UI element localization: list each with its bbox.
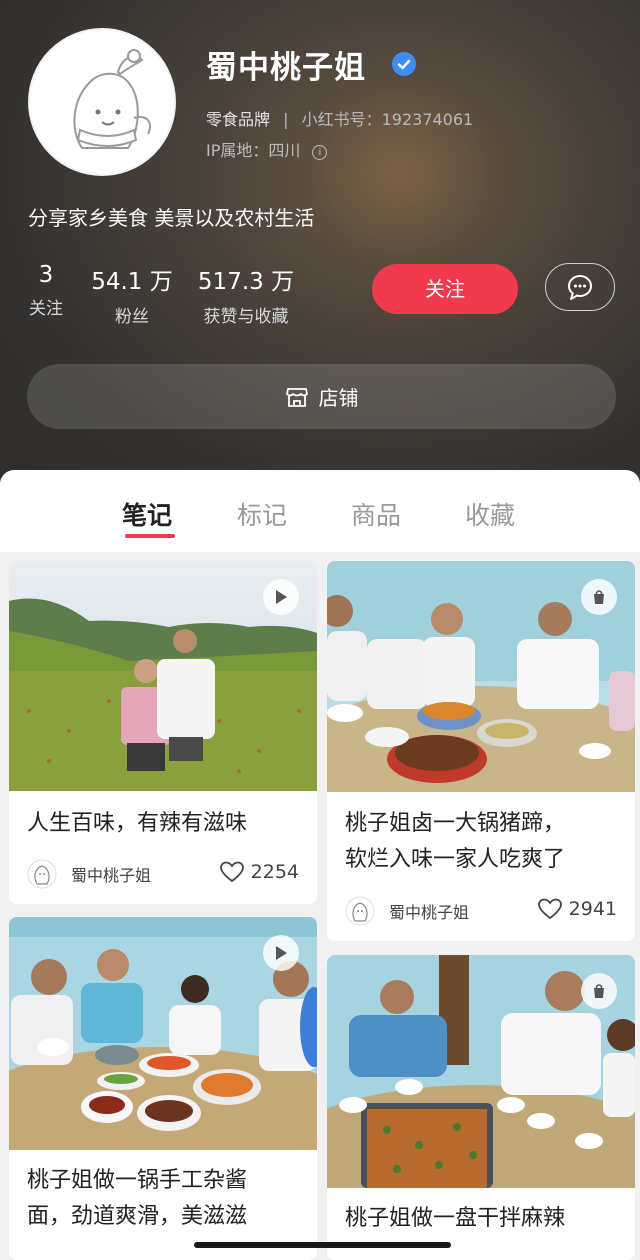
note-card[interactable]: 桃子姐做一锅手工杂酱 面，劲道爽滑，美滋滋 [9,917,317,1260]
like-button[interactable]: 2941 [537,897,617,921]
stat-value: 517.3 万 [197,269,295,295]
tab-collections[interactable]: 收藏 [465,496,515,532]
stat-following[interactable]: 3 关注 [26,262,66,319]
store-button[interactable]: 店铺 [27,364,616,429]
note-title-line: 软烂入味一家人吃爽了 [345,847,566,872]
author-avatar [345,896,375,926]
like-count: 2941 [568,898,617,920]
note-title-line: 桃子姐做一锅手工杂酱 [27,1168,248,1193]
profile-name: 蜀中桃子姐 [206,50,366,86]
note-title: 桃子姐卤一大锅猪蹄， 软烂入味一家人吃爽了 [345,806,565,878]
heart-icon [219,861,244,883]
content-tabs: 笔记 标记 商品 收藏 [0,470,640,552]
note-card[interactable]: 桃子姐做一盘干拌麻辣 [327,955,635,1260]
shopping-bag-icon [581,973,617,1009]
play-icon [263,579,299,615]
author-avatar [27,859,57,889]
like-count: 2254 [250,861,299,883]
stat-label: 获赞与收藏 [203,307,289,327]
tab-marks[interactable]: 标记 [237,496,287,532]
follow-button[interactable]: 关注 [372,264,518,314]
active-tab-indicator [125,534,175,538]
note-title-line: 面，劲道爽滑，美滋滋 [27,1204,248,1229]
stat-likes-collections[interactable]: 517.3 万 获赞与收藏 [194,262,298,327]
chat-button[interactable] [545,263,615,311]
brand-category: 零食品牌 [206,110,271,129]
stat-followers[interactable]: 54.1 万 粉丝 [88,262,176,327]
profile-header: 蜀中桃子姐 零食品牌 | 小红书号：192374061 IP属地：四川 i 分享家… [0,0,640,500]
verified-check-icon [392,52,416,76]
tab-products[interactable]: 商品 [351,496,401,532]
stat-value: 54.1 万 [91,269,173,295]
stat-label: 粉丝 [115,307,149,327]
note-author-name: 蜀中桃子姐 [389,903,470,922]
like-button[interactable]: 2254 [219,860,299,884]
tab-notes[interactable]: 笔记 [122,496,172,532]
info-icon[interactable]: i [312,145,328,160]
store-label: 店铺 [318,386,359,410]
note-author[interactable]: 蜀中桃子姐 [27,859,151,889]
note-title: 桃子姐做一盘干拌麻辣 [345,1206,566,1231]
heart-icon [537,898,562,920]
avatar[interactable] [28,28,176,176]
play-icon [263,935,299,971]
note-title: 桃子姐做一锅手工杂酱 面，劲道爽滑，美滋滋 [27,1163,247,1235]
account-id[interactable]: 小红书号：192374061 [302,110,474,129]
ip-location-label: IP属地：四川 [206,141,301,160]
store-icon [285,387,308,407]
profile-meta: 零食品牌 | 小红书号：192374061 [206,106,473,130]
ip-location: IP属地：四川 i [206,137,328,161]
background-photo [300,70,500,270]
note-author[interactable]: 蜀中桃子姐 [345,896,469,926]
note-title-line: 桃子姐卤一大锅猪蹄， [345,811,566,836]
note-title: 人生百味，有辣有滋味 [27,811,248,836]
stat-value: 3 [38,262,54,288]
note-author-name: 蜀中桃子姐 [71,866,152,885]
stat-label: 关注 [29,299,63,319]
meta-separator: | [283,110,289,129]
profile-bio: 分享家乡美食 美景以及农村生活 [28,206,315,230]
home-indicator[interactable] [194,1242,451,1248]
shopping-bag-icon [581,579,617,615]
chat-bubble-icon [567,274,592,300]
note-card[interactable]: 人生百味，有辣有滋味 蜀中桃子姐 2254 [9,561,317,904]
note-card[interactable]: 桃子姐卤一大锅猪蹄， 软烂入味一家人吃爽了 蜀中桃子姐 2941 [327,561,635,941]
